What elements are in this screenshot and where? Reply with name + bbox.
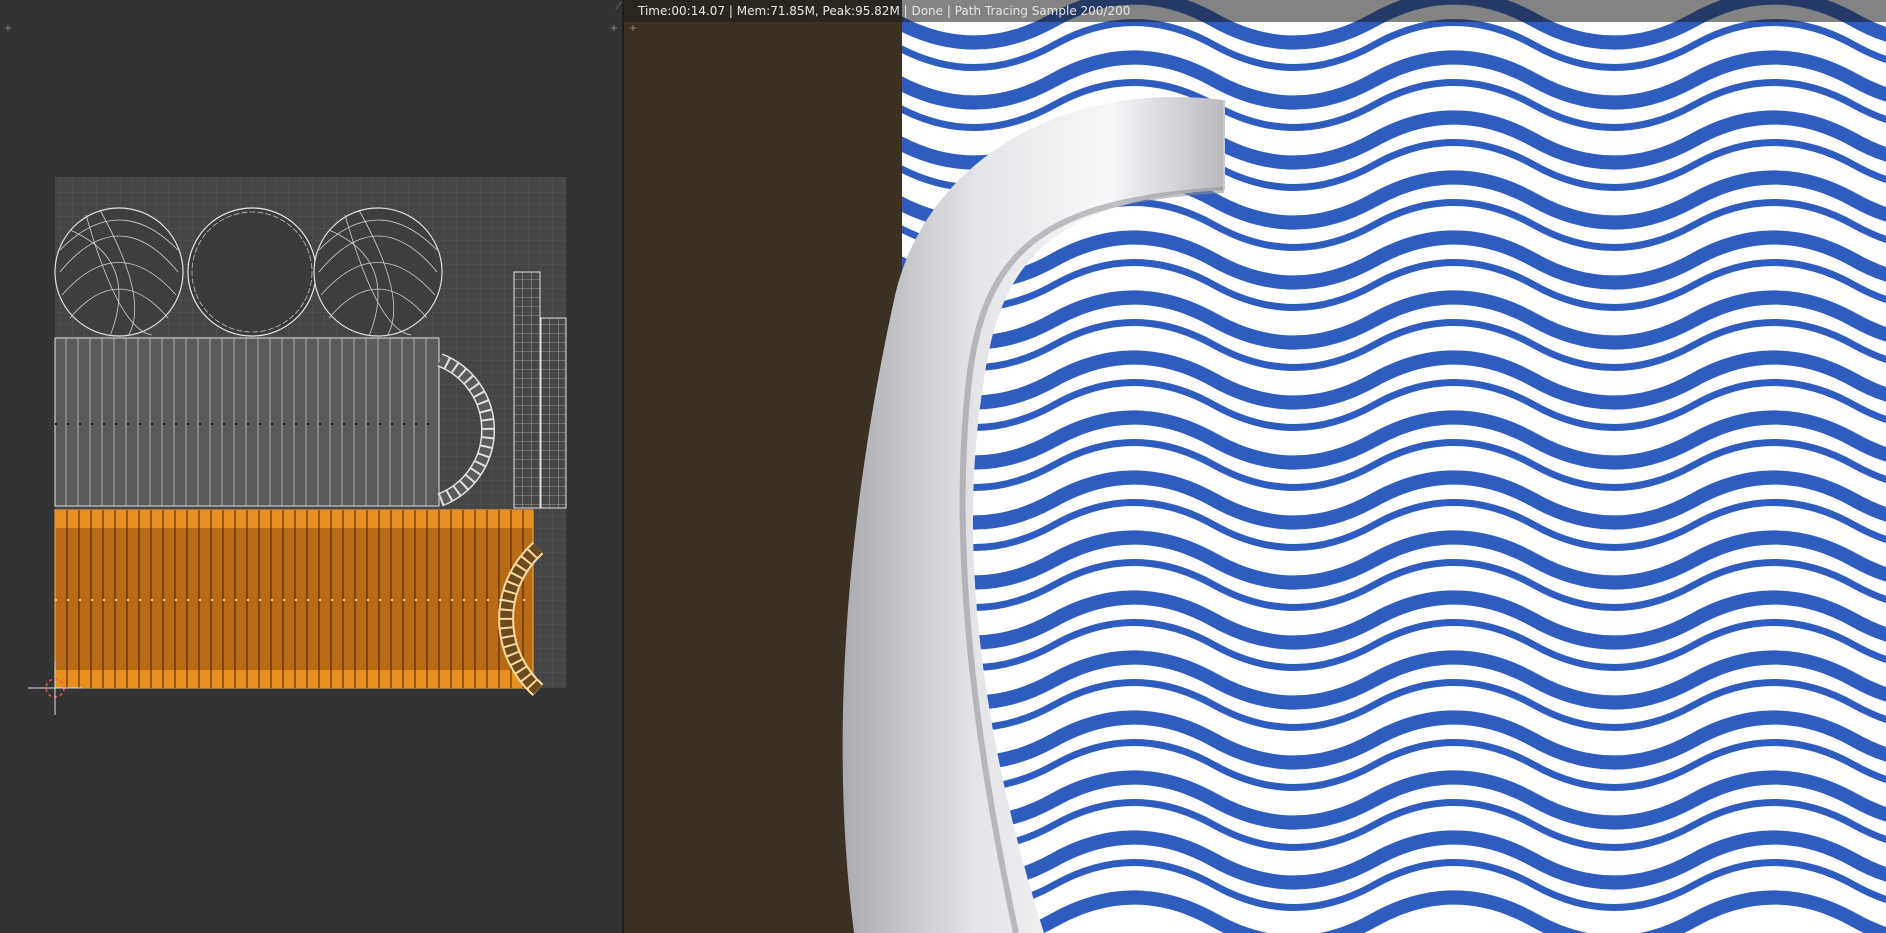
rendered-image bbox=[842, 0, 1886, 933]
uv-canvas[interactable] bbox=[0, 0, 622, 933]
uv-island-mug-body-selected[interactable] bbox=[54, 509, 534, 689]
uv-island-mug-body-unselected[interactable] bbox=[54, 337, 440, 507]
render-status-bar: Time:00:14.07 | Mem:71.85M, Peak:95.82M … bbox=[624, 0, 1886, 22]
area-resize-handle-icon[interactable]: ⟋ bbox=[614, 2, 624, 12]
uv-island-circle-left[interactable] bbox=[54, 207, 184, 337]
area-split-corner-icon[interactable]: + bbox=[628, 24, 638, 34]
uv-island-circle-right[interactable] bbox=[313, 207, 443, 337]
render-result-view[interactable]: Time:00:14.07 | Mem:71.85M, Peak:95.82M … bbox=[624, 0, 1886, 933]
uv-island-strip-tall[interactable] bbox=[513, 271, 541, 509]
uv-island-strip-short[interactable] bbox=[540, 317, 567, 509]
uv-image-editor[interactable]: + + bbox=[0, 0, 624, 933]
uv-island-circle-middle[interactable] bbox=[187, 207, 317, 337]
